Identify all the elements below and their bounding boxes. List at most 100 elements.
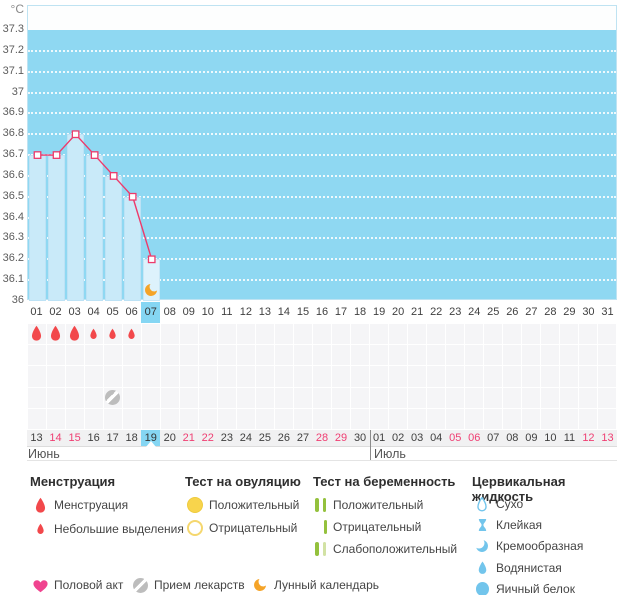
date-cell[interactable]: 13 bbox=[27, 430, 46, 446]
day-cell[interactable]: 26 bbox=[503, 302, 522, 323]
date-cell[interactable]: 11 bbox=[560, 430, 579, 446]
date-cell[interactable]: 17 bbox=[103, 430, 122, 446]
date-cell[interactable]: 25 bbox=[255, 430, 274, 446]
day-cell[interactable]: 14 bbox=[274, 302, 293, 323]
day-cell[interactable]: 01 bbox=[27, 302, 46, 323]
event-cell bbox=[85, 345, 103, 365]
event-cell bbox=[199, 388, 217, 408]
day-cell[interactable]: 19 bbox=[370, 302, 389, 323]
event-cell bbox=[370, 409, 388, 429]
date-cell[interactable]: 06 bbox=[465, 430, 484, 446]
date-cell[interactable]: 09 bbox=[522, 430, 541, 446]
out-of-range-band bbox=[28, 6, 616, 30]
day-cell[interactable]: 13 bbox=[255, 302, 274, 323]
day-cell[interactable]: 08 bbox=[160, 302, 179, 323]
crescent-blue-icon bbox=[472, 539, 492, 553]
day-cell[interactable]: 21 bbox=[408, 302, 427, 323]
day-cell[interactable]: 25 bbox=[484, 302, 503, 323]
event-cell bbox=[28, 366, 46, 386]
day-cell[interactable]: 12 bbox=[236, 302, 255, 323]
day-cell[interactable]: 20 bbox=[389, 302, 408, 323]
event-cell bbox=[28, 409, 46, 429]
date-cell[interactable]: 18 bbox=[122, 430, 141, 446]
day-cell[interactable]: 04 bbox=[84, 302, 103, 323]
event-cell bbox=[446, 345, 464, 365]
event-cell bbox=[427, 324, 445, 344]
event-cell bbox=[522, 366, 540, 386]
date-cell[interactable]: 29 bbox=[332, 430, 351, 446]
day-cell[interactable]: 24 bbox=[465, 302, 484, 323]
day-cell[interactable]: 15 bbox=[293, 302, 312, 323]
date-cell[interactable]: 21 bbox=[179, 430, 198, 446]
date-cell[interactable]: 10 bbox=[541, 430, 560, 446]
day-cell[interactable]: 03 bbox=[65, 302, 84, 323]
day-cell[interactable]: 09 bbox=[179, 302, 198, 323]
day-cell[interactable]: 06 bbox=[122, 302, 141, 323]
date-cell[interactable]: 02 bbox=[389, 430, 408, 446]
day-cell[interactable]: 02 bbox=[46, 302, 65, 323]
date-cell[interactable]: 24 bbox=[236, 430, 255, 446]
date-cell[interactable]: 03 bbox=[408, 430, 427, 446]
day-cell[interactable]: 30 bbox=[579, 302, 598, 323]
date-cell[interactable]: 08 bbox=[503, 430, 522, 446]
drop-large-red-icon bbox=[30, 497, 50, 514]
event-cell bbox=[465, 366, 483, 386]
event-cell bbox=[351, 388, 369, 408]
day-cell[interactable]: 29 bbox=[560, 302, 579, 323]
date-cell[interactable]: 14 bbox=[46, 430, 65, 446]
day-cell[interactable]: 10 bbox=[198, 302, 217, 323]
event-cell bbox=[408, 409, 426, 429]
day-cell[interactable]: 27 bbox=[522, 302, 541, 323]
day-cell[interactable]: 31 bbox=[598, 302, 617, 323]
event-cell bbox=[275, 409, 293, 429]
legend-item: Прием лекарств bbox=[130, 576, 245, 594]
legend-item-label: Клейкая bbox=[496, 518, 542, 532]
event-cell bbox=[598, 345, 616, 365]
gridline bbox=[28, 50, 616, 52]
date-cell[interactable]: 28 bbox=[312, 430, 331, 446]
day-cell[interactable]: 18 bbox=[351, 302, 370, 323]
event-cell bbox=[522, 324, 540, 344]
chart-plot-area[interactable] bbox=[27, 5, 617, 300]
event-cell bbox=[541, 324, 559, 344]
date-cell[interactable]: 05 bbox=[446, 430, 465, 446]
date-cell[interactable]: 15 bbox=[65, 430, 84, 446]
day-cell[interactable]: 23 bbox=[446, 302, 465, 323]
day-cell[interactable]: 22 bbox=[427, 302, 446, 323]
date-cell[interactable]: 16 bbox=[84, 430, 103, 446]
date-cell[interactable]: 20 bbox=[160, 430, 179, 446]
moon-orange-icon bbox=[250, 577, 270, 593]
event-cell bbox=[47, 388, 65, 408]
day-cell[interactable]: 11 bbox=[217, 302, 236, 323]
date-cell[interactable]: 01 bbox=[370, 430, 389, 446]
hourglass-blue-icon bbox=[472, 518, 492, 532]
event-cell bbox=[560, 345, 578, 365]
event-cell bbox=[560, 324, 578, 344]
date-cell[interactable]: 12 bbox=[579, 430, 598, 446]
circle-yellow-filled-icon bbox=[185, 497, 205, 513]
date-cell[interactable]: 07 bbox=[484, 430, 503, 446]
medication-icon bbox=[105, 390, 120, 405]
day-cell[interactable]: 17 bbox=[332, 302, 351, 323]
event-cell bbox=[142, 366, 160, 386]
date-cell[interactable]: 13 bbox=[598, 430, 617, 446]
event-cell bbox=[237, 409, 255, 429]
day-cell[interactable]: 28 bbox=[541, 302, 560, 323]
date-cell[interactable]: 30 bbox=[351, 430, 370, 446]
day-cell[interactable]: 16 bbox=[312, 302, 331, 323]
event-cell bbox=[370, 324, 388, 344]
event-cell bbox=[579, 345, 597, 365]
legend-item: Сухо bbox=[472, 495, 523, 513]
month-label-july: Июль bbox=[374, 447, 406, 461]
event-cell bbox=[313, 345, 331, 365]
day-cell[interactable]: 07 bbox=[141, 302, 160, 323]
date-cell[interactable]: 27 bbox=[293, 430, 312, 446]
event-cell bbox=[199, 409, 217, 429]
date-cell[interactable]: 26 bbox=[274, 430, 293, 446]
day-cell[interactable]: 05 bbox=[103, 302, 122, 323]
date-cell[interactable]: 23 bbox=[217, 430, 236, 446]
event-cell bbox=[541, 366, 559, 386]
date-cell[interactable]: 22 bbox=[198, 430, 217, 446]
event-cell bbox=[560, 409, 578, 429]
date-cell[interactable]: 04 bbox=[427, 430, 446, 446]
